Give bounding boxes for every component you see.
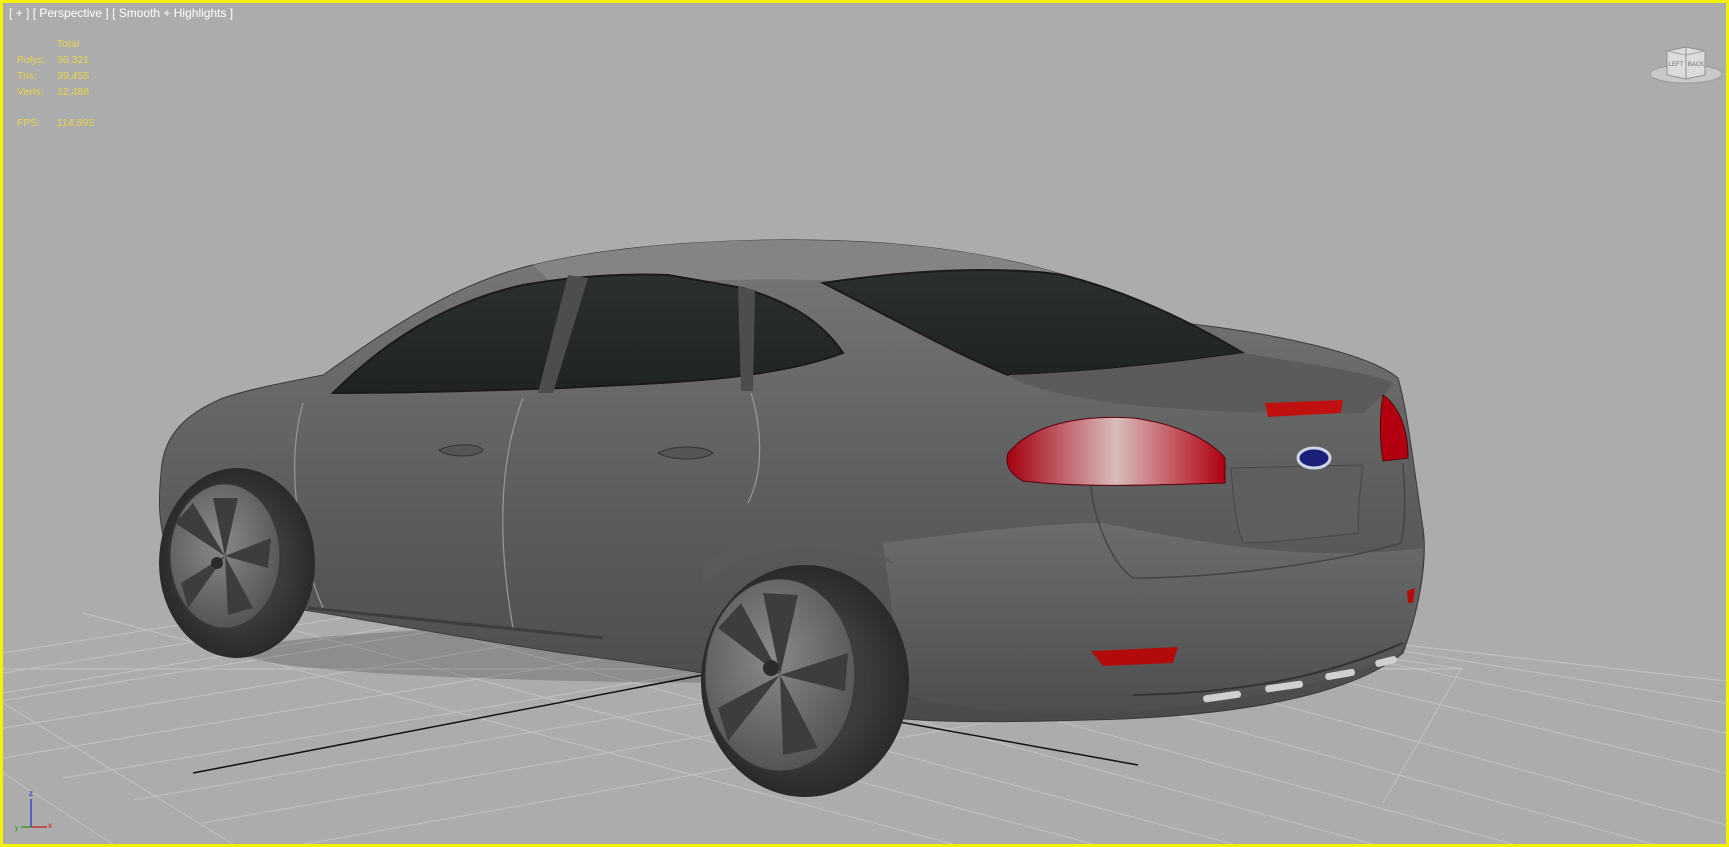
car-model bbox=[158, 239, 1425, 797]
viewport-view-menu[interactable]: [ Perspective ] bbox=[33, 6, 109, 20]
rear-wheel bbox=[701, 565, 909, 797]
axis-tripod-icon: z x y bbox=[15, 789, 52, 832]
perspective-viewport[interactable]: [ + ] [ Perspective ] [ Smooth + Highlig… bbox=[0, 0, 1729, 847]
axis-y-label: y bbox=[15, 825, 19, 832]
stats-tris-label: Tris: bbox=[17, 70, 38, 82]
statistics-overlay: Total Polys: 30,321 Tris: 39,455 Verts: … bbox=[17, 36, 94, 131]
grid-axis-line bbox=[882, 718, 1139, 766]
axis-x-label: x bbox=[48, 821, 52, 830]
viewcube-left-face[interactable]: LEFT bbox=[1669, 62, 1684, 68]
viewport-menu-plus[interactable]: [ + ] bbox=[9, 6, 29, 20]
stats-polys-value: 30,321 bbox=[57, 54, 90, 66]
viewport-label: [ + ] [ Perspective ] [ Smooth + Highlig… bbox=[9, 6, 233, 20]
front-wheel bbox=[159, 468, 315, 658]
viewcube-back-face[interactable]: BACK bbox=[1688, 62, 1704, 68]
stats-verts-label: Verts: bbox=[17, 86, 44, 98]
grid-axis-line bbox=[192, 674, 704, 774]
brand-badge bbox=[1296, 446, 1332, 470]
axis-z-label: z bbox=[29, 789, 33, 798]
stats-header: Total bbox=[57, 38, 80, 50]
scene-canvas[interactable] bbox=[3, 3, 1726, 844]
stats-fps-value: 114,895 bbox=[57, 117, 95, 129]
stats-verts-value: 32,488 bbox=[57, 86, 90, 98]
viewport-shading-menu[interactable]: [ Smooth + Highlights ] bbox=[112, 6, 233, 20]
stats-fps-label: FPS: bbox=[17, 117, 41, 129]
viewcube-icon[interactable]: LEFT BACK bbox=[1647, 41, 1725, 87]
stats-polys-label: Polys: bbox=[17, 54, 46, 66]
stats-tris-value: 39,455 bbox=[57, 70, 90, 82]
